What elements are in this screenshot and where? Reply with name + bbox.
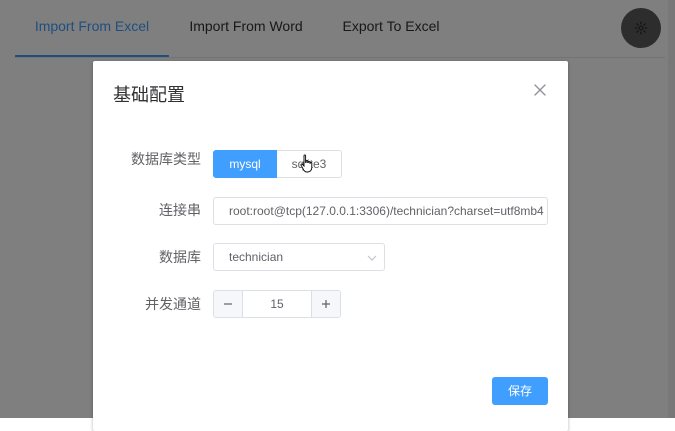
save-button[interactable]: 保存 (492, 377, 548, 405)
db-type-radio-group: mysql sqlite3 (213, 150, 342, 178)
db-type-option-mysql[interactable]: mysql (213, 150, 277, 178)
close-icon (534, 84, 546, 96)
concurrency-label: 并发通道 (145, 296, 201, 312)
concurrency-stepper: 15 (213, 290, 341, 318)
database-select-value: technician (229, 250, 284, 264)
plus-icon (322, 300, 330, 308)
dialog-title: 基础配置 (113, 85, 185, 105)
connection-string-input[interactable]: root:root@tcp(127.0.0.1:3306)/technician… (213, 197, 548, 225)
dialog-close-button[interactable] (531, 81, 549, 99)
connection-label: 连接串 (159, 202, 201, 218)
increase-button[interactable] (311, 291, 340, 317)
database-select[interactable]: technician (213, 243, 385, 271)
database-label: 数据库 (159, 249, 201, 265)
concurrency-value-input[interactable]: 15 (243, 291, 311, 317)
db-type-option-sqlite3[interactable]: sqlite3 (277, 150, 342, 178)
chevron-down-icon (367, 255, 377, 261)
basic-config-dialog: 基础配置 数据库类型 mysql sqlite3 连接串 root:root@t… (93, 61, 568, 431)
db-type-label: 数据库类型 (131, 151, 201, 167)
decrease-button[interactable] (214, 291, 243, 317)
minus-icon (224, 303, 232, 305)
